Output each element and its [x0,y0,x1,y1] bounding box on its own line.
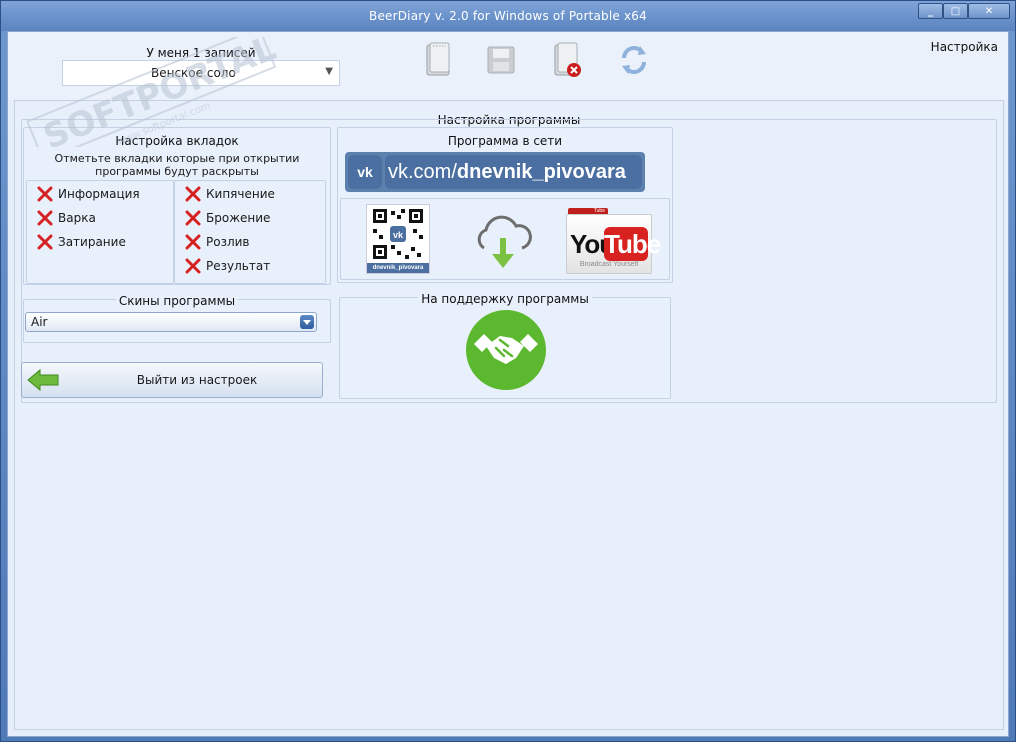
chevron-down-icon: ▼ [325,66,333,77]
vk-icon: vk [348,155,382,189]
toolbar: У меня 1 записей Венское соло ▼ Настройк… [8,32,1008,100]
youtube-logo-tube: Tube [604,227,661,261]
tabs-hint-line1: Отметьте вкладки которые при открытии [54,152,300,165]
cross-icon [37,234,53,250]
tab-option-label: Информация [58,187,140,201]
tabs-hint: Отметьте вкладки которые при открытии пр… [24,152,330,178]
back-arrow-icon [27,368,59,392]
qr-caption: dnevnik_pivovara [367,263,429,273]
tabs-hint-line2: программы будут раскрыты [95,165,259,178]
skins-group-title-text: Скины программы [115,294,239,308]
tab-option-result[interactable]: Результат [185,257,270,275]
tab-option-label: Кипячение [206,187,275,201]
cross-icon [185,186,201,202]
vk-link[interactable]: vk vk.com/dnevnik_pivovara [345,152,645,192]
tab-option-label: Розлив [206,235,250,249]
cross-icon [37,210,53,226]
support-group-title: На поддержку программы [340,292,670,306]
settings-link[interactable]: Настройка [931,40,998,54]
qr-code-icon: vk [373,209,423,259]
online-group: Программа в сети vk vk.com/dnevnik_pivov… [337,127,673,283]
support-group: На поддержку программы [339,292,671,399]
tabs-group: Настройка вкладок Отметьте вкладки котор… [23,127,331,285]
skin-select-value: Air [31,315,48,329]
exit-settings-button[interactable]: Выйти из настроек [21,362,323,398]
cross-icon [37,186,53,202]
cloud-download-icon[interactable] [470,206,536,272]
cross-icon [185,258,201,274]
records-count-label: У меня 1 записей [146,46,256,60]
youtube-logo: You Tube Broadcast Yourself [566,214,661,274]
vk-url: vk.com/dnevnik_pivovara [385,155,642,189]
client-area: У меня 1 записей Венское соло ▼ Настройк… [7,31,1009,737]
tab-option-mashing[interactable]: Затирание [37,233,126,251]
exit-settings-label: Выйти из настроек [136,373,258,387]
vk-url-handle: dnevnik_pivovara [456,160,626,183]
tabs-right-column: Кипячение Брожение Розлив Результат [174,180,326,284]
app-window: BeerDiary v. 2.0 for Windows of Portable… [0,0,1016,742]
svg-text:vk: vk [393,230,404,240]
youtube-link[interactable]: Tube You Tube Broadcast Yourself [566,208,661,274]
handshake-icon[interactable] [466,310,546,390]
title-bar[interactable]: BeerDiary v. 2.0 for Windows of Portable… [1,1,1015,31]
chevron-down-icon[interactable] [300,315,314,329]
settings-panel: Настройка программы Настройка вкладок От… [14,100,1004,730]
tabs-left-column: Информация Варка Затирание [26,180,174,284]
close-button[interactable]: ✕ [968,3,1010,19]
qr-code[interactable]: vk dnevnik_pivovara [366,204,430,274]
tab-option-label: Результат [206,259,271,273]
save-icon[interactable] [481,40,521,80]
cross-icon [185,210,201,226]
tabs-group-title: Настройка вкладок [24,134,330,148]
tab-option-label: Варка [58,211,96,225]
tab-option-brewing[interactable]: Варка [37,209,96,227]
window-title: BeerDiary v. 2.0 for Windows of Portable… [369,9,647,23]
delete-record-icon[interactable] [546,40,586,80]
tab-option-label: Затирание [58,235,126,249]
skin-select[interactable]: Air [25,312,317,332]
online-group-title-text: Программа в сети [444,134,566,148]
tabs-group-title-text: Настройка вкладок [112,134,242,148]
records-select[interactable]: Венское соло ▼ [62,60,340,86]
tab-option-fermentation[interactable]: Брожение [185,209,270,227]
tab-option-bottling[interactable]: Розлив [185,233,250,251]
support-group-title-text: На поддержку программы [418,292,592,306]
records-select-value: Венское соло [151,66,236,80]
minimize-button[interactable]: _ [918,3,943,19]
refresh-icon[interactable] [614,40,654,80]
tab-option-boiling[interactable]: Кипячение [185,185,275,203]
tab-option-label: Брожение [206,211,271,225]
tab-option-info[interactable]: Информация [37,185,140,203]
cross-icon [185,234,201,250]
youtube-tagline: Broadcast Yourself [579,261,639,268]
skins-group-title: Скины программы [24,294,330,308]
vk-url-prefix: vk.com/ [388,160,457,183]
online-group-title: Программа в сети [338,134,672,148]
maximize-button[interactable]: □ [943,3,968,19]
new-record-icon[interactable] [418,40,458,80]
